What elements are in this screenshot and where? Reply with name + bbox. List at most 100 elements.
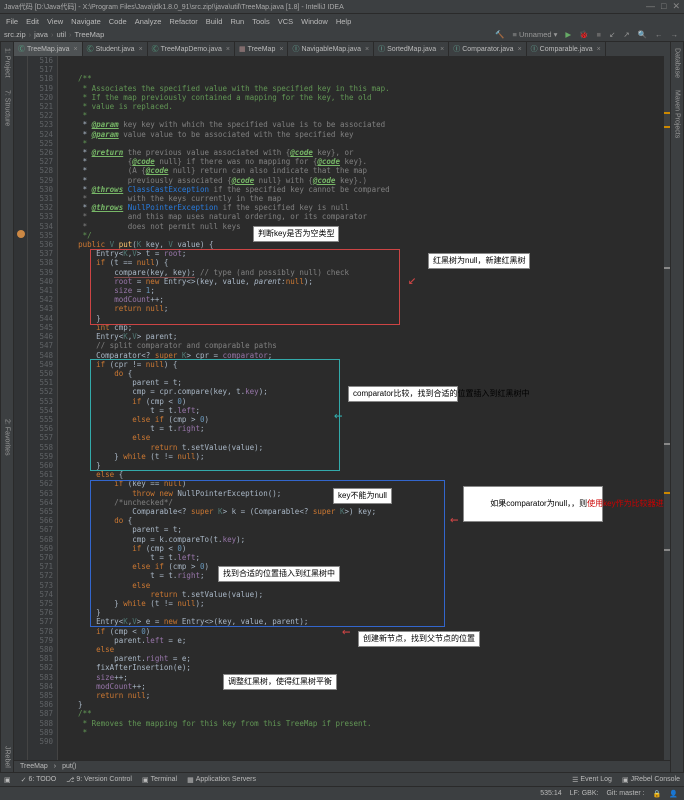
code-line[interactable]: return t.setValue(value); [60,443,670,452]
run-icon[interactable]: ▶ [563,30,573,39]
close-icon[interactable]: ✕ [672,1,680,12]
line-number[interactable]: 525 [28,139,53,148]
line-number[interactable]: 531 [28,194,53,203]
code-line[interactable]: t = t.right; [60,571,670,580]
line-number[interactable]: 522 [28,111,53,120]
code-line[interactable]: * Associates the specified value with th… [60,84,670,93]
breadcrumb[interactable]: src.zip›java›util›TreeMap [4,30,104,39]
line-number[interactable]: 576 [28,608,53,617]
back-icon[interactable]: ← [653,30,665,39]
code-line[interactable]: modCount++; [60,295,670,304]
crumb-1[interactable]: java [34,30,48,39]
line-number[interactable]: 542 [28,295,53,304]
lock-icon[interactable]: 🔒 [653,790,662,798]
code-line[interactable]: parent.right = e; [60,654,670,663]
line-number[interactable]: 584 [28,682,53,691]
maximize-icon[interactable]: □ [661,1,666,12]
menu-code[interactable]: Code [109,17,127,26]
left-tool-dock[interactable]: 1: Project 7: Structure 2: Favorites JRe… [0,42,14,772]
line-number[interactable]: 568 [28,535,53,544]
editor-tabs[interactable]: ⒸTreeMap.java×ⒸStudent.java×ⒸTreeMapDemo… [14,42,670,56]
code-line[interactable]: t = t.left; [60,406,670,415]
code-line[interactable]: */ [60,231,670,240]
line-number[interactable]: 589 [28,728,53,737]
code-line[interactable]: else if (cmp > 0) [60,415,670,424]
run-config-dropdown[interactable]: ≡ Unnamed ▾ [511,30,560,39]
line-number[interactable]: 560 [28,461,53,470]
code-line[interactable]: * @return the previous value associated … [60,148,670,157]
code-line[interactable]: * does not permit null keys [60,222,670,231]
line-number[interactable]: 579 [28,636,53,645]
line-number[interactable]: 573 [28,581,53,590]
line-number[interactable]: 563 [28,489,53,498]
menu-analyze[interactable]: Analyze [135,17,162,26]
code-line[interactable]: * [60,728,670,737]
code-line[interactable]: Entry<K,V> e = new Entry<>(key, value, p… [60,617,670,626]
code-line[interactable]: public V put(K key, V value) { [60,240,670,249]
line-number[interactable]: 548 [28,351,53,360]
code-line[interactable]: t = t.right; [60,424,670,433]
code-line[interactable]: if (cmp < 0) [60,544,670,553]
code-line[interactable]: } [60,461,670,470]
code-line[interactable]: * [60,139,670,148]
line-number[interactable]: 538 [28,258,53,267]
line-number[interactable]: 588 [28,719,53,728]
line-number[interactable]: 550 [28,369,53,378]
line-number[interactable]: 572 [28,571,53,580]
line-number[interactable]: 574 [28,590,53,599]
code-line[interactable]: Entry<K,V> parent; [60,332,670,341]
code-line[interactable]: * If the map previously contained a mapp… [60,93,670,102]
line-number[interactable]: 585 [28,691,53,700]
crumb-0[interactable]: src.zip [4,30,26,39]
line-number[interactable]: 516 [28,56,53,65]
line-number[interactable]: 545 [28,323,53,332]
line-number[interactable]: 567 [28,525,53,534]
code-line[interactable]: } [60,314,670,323]
code-line[interactable]: } while (t != null); [60,452,670,461]
tw-todo[interactable]: ✓ 6: TODO [21,776,57,784]
code-line[interactable]: size = 1; [60,286,670,295]
forward-icon[interactable]: → [669,30,681,39]
line-number[interactable]: 519 [28,84,53,93]
line-number[interactable]: 583 [28,673,53,682]
tw-show-icon[interactable]: ▣ [4,776,11,784]
menu-refactor[interactable]: Refactor [169,17,197,26]
close-tab-icon[interactable]: × [440,46,444,53]
close-tab-icon[interactable]: × [279,46,283,53]
line-number[interactable]: 566 [28,516,53,525]
line-number[interactable]: 549 [28,360,53,369]
code-line[interactable]: } [60,608,670,617]
code-line[interactable]: fixAfterInsertion(e); [60,663,670,672]
file-tab[interactable]: ⒸStudent.java× [83,42,148,56]
code-line[interactable]: else [60,433,670,442]
minimize-icon[interactable]: — [646,1,655,12]
line-number[interactable]: 533 [28,212,53,221]
code-line[interactable]: * and this map uses natural ordering, or… [60,212,670,221]
menu-file[interactable]: File [6,17,18,26]
code-line[interactable]: else if (cmp > 0) [60,562,670,571]
menu-window[interactable]: Window [301,17,328,26]
tw-terminal[interactable]: ▣ Terminal [142,776,177,784]
code-line[interactable]: * Removes the mapping for this key from … [60,719,670,728]
close-tab-icon[interactable]: × [597,46,601,53]
code-line[interactable]: return null; [60,304,670,313]
close-tab-icon[interactable]: × [74,46,78,53]
tw-vcs[interactable]: ⎇ 9: Version Control [66,776,132,784]
code-line[interactable]: if (t == null) { [60,258,670,267]
line-number[interactable]: 543 [28,304,53,313]
window-controls[interactable]: — □ ✕ [646,1,680,12]
search-everywhere-icon[interactable]: 🔍 [636,30,649,39]
error-stripe[interactable] [664,56,670,760]
code-line[interactable]: * @param key key with which the specifie… [60,120,670,129]
line-gutter[interactable]: 5165175185195205215225235245255265275285… [28,56,58,760]
menu-build[interactable]: Build [206,17,223,26]
code-area[interactable]: 5165175185195205215225235245255265275285… [14,56,670,760]
close-tab-icon[interactable]: × [139,46,143,53]
menu-navigate[interactable]: Navigate [71,17,101,26]
line-number[interactable]: 564 [28,498,53,507]
file-tab[interactable]: ⒸTreeMap.java× [14,42,83,56]
vcs-update-icon[interactable]: ↙ [607,30,617,39]
git-branch[interactable]: Git: master : [606,790,644,797]
main-menu[interactable]: FileEditViewNavigateCodeAnalyzeRefactorB… [0,14,684,28]
code-line[interactable]: compare(key, key); // type (and possibly… [60,268,670,277]
